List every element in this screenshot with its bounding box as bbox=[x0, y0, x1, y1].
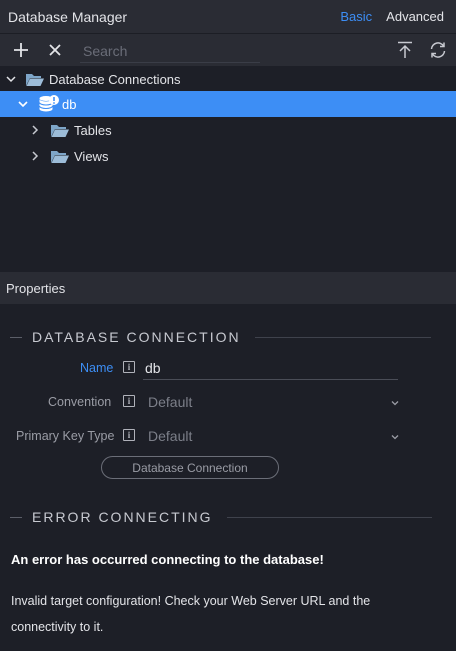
convention-label: Convention bbox=[48, 395, 112, 409]
primary-key-type-select[interactable]: Default bbox=[148, 428, 192, 444]
chevron-down-icon[interactable] bbox=[389, 431, 401, 443]
name-input[interactable]: db bbox=[145, 360, 161, 376]
info-icon[interactable]: i bbox=[123, 361, 135, 373]
tree-item-label: Views bbox=[74, 148, 109, 164]
tree-item-views[interactable]: Views bbox=[0, 143, 456, 169]
connections-tree: Database Connections db Tables Views bbox=[0, 66, 456, 272]
folder-open-icon bbox=[25, 71, 45, 87]
search-input[interactable] bbox=[80, 39, 260, 62]
name-underline bbox=[143, 379, 398, 380]
folder-icon bbox=[50, 122, 70, 138]
chevron-right-icon[interactable] bbox=[28, 149, 42, 163]
section-title: ERROR CONNECTING bbox=[32, 509, 213, 525]
upload-icon bbox=[398, 41, 412, 58]
info-icon[interactable]: i bbox=[123, 395, 135, 407]
database-manager-panel: Database Manager Basic Advanced Search D… bbox=[0, 0, 456, 651]
tree-item-db-connection[interactable]: db bbox=[0, 91, 456, 117]
tree-item-tables[interactable]: Tables bbox=[0, 117, 456, 143]
tree-item-database-connections[interactable]: Database Connections bbox=[0, 66, 456, 92]
info-icon[interactable]: i bbox=[123, 429, 135, 441]
section-divider bbox=[226, 516, 432, 518]
export-button[interactable] bbox=[393, 38, 417, 62]
section-database-connection: DATABASE CONNECTION bbox=[10, 329, 431, 345]
database-connection-button[interactable]: Database Connection bbox=[101, 456, 279, 479]
chevron-down-icon[interactable] bbox=[16, 97, 30, 111]
mode-advanced-tab[interactable]: Advanced bbox=[386, 9, 444, 24]
refresh-button[interactable] bbox=[426, 38, 450, 62]
tree-item-label: Tables bbox=[74, 122, 112, 138]
refresh-icon bbox=[430, 42, 446, 58]
tree-item-label: Database Connections bbox=[49, 71, 181, 87]
section-dash bbox=[10, 336, 22, 338]
search-box bbox=[80, 39, 260, 63]
name-label: Name bbox=[80, 361, 114, 375]
database-error-icon bbox=[38, 94, 60, 114]
add-connection-button[interactable] bbox=[9, 38, 33, 62]
panel-header: Database Manager Basic Advanced bbox=[0, 0, 456, 33]
chevron-down-icon[interactable] bbox=[389, 397, 401, 409]
mode-switch: Basic Advanced bbox=[340, 9, 444, 24]
chevron-right-icon[interactable] bbox=[28, 123, 42, 137]
remove-connection-button[interactable] bbox=[43, 38, 67, 62]
properties-title: Properties bbox=[6, 280, 66, 296]
panel-title: Database Manager bbox=[8, 8, 128, 25]
section-error-connecting: ERROR CONNECTING bbox=[10, 509, 432, 525]
tree-item-label: db bbox=[62, 96, 77, 112]
toolbar bbox=[0, 33, 456, 66]
properties-header: Properties bbox=[0, 272, 456, 304]
plus-icon bbox=[14, 43, 28, 57]
section-divider bbox=[254, 336, 431, 338]
folder-icon bbox=[50, 148, 70, 164]
error-message: Invalid target configuration! Check your… bbox=[11, 594, 371, 634]
close-icon bbox=[49, 44, 61, 56]
section-dash bbox=[10, 516, 22, 518]
primary-key-type-label: Primary Key Type bbox=[16, 429, 115, 443]
section-title: DATABASE CONNECTION bbox=[32, 329, 241, 345]
properties-body: DATABASE CONNECTION Name i db Convention… bbox=[0, 304, 456, 651]
error-title: An error has occurred connecting to the … bbox=[11, 552, 324, 567]
chevron-down-icon[interactable] bbox=[4, 72, 18, 86]
convention-select[interactable]: Default bbox=[148, 394, 192, 410]
mode-basic-tab[interactable]: Basic bbox=[340, 9, 372, 24]
